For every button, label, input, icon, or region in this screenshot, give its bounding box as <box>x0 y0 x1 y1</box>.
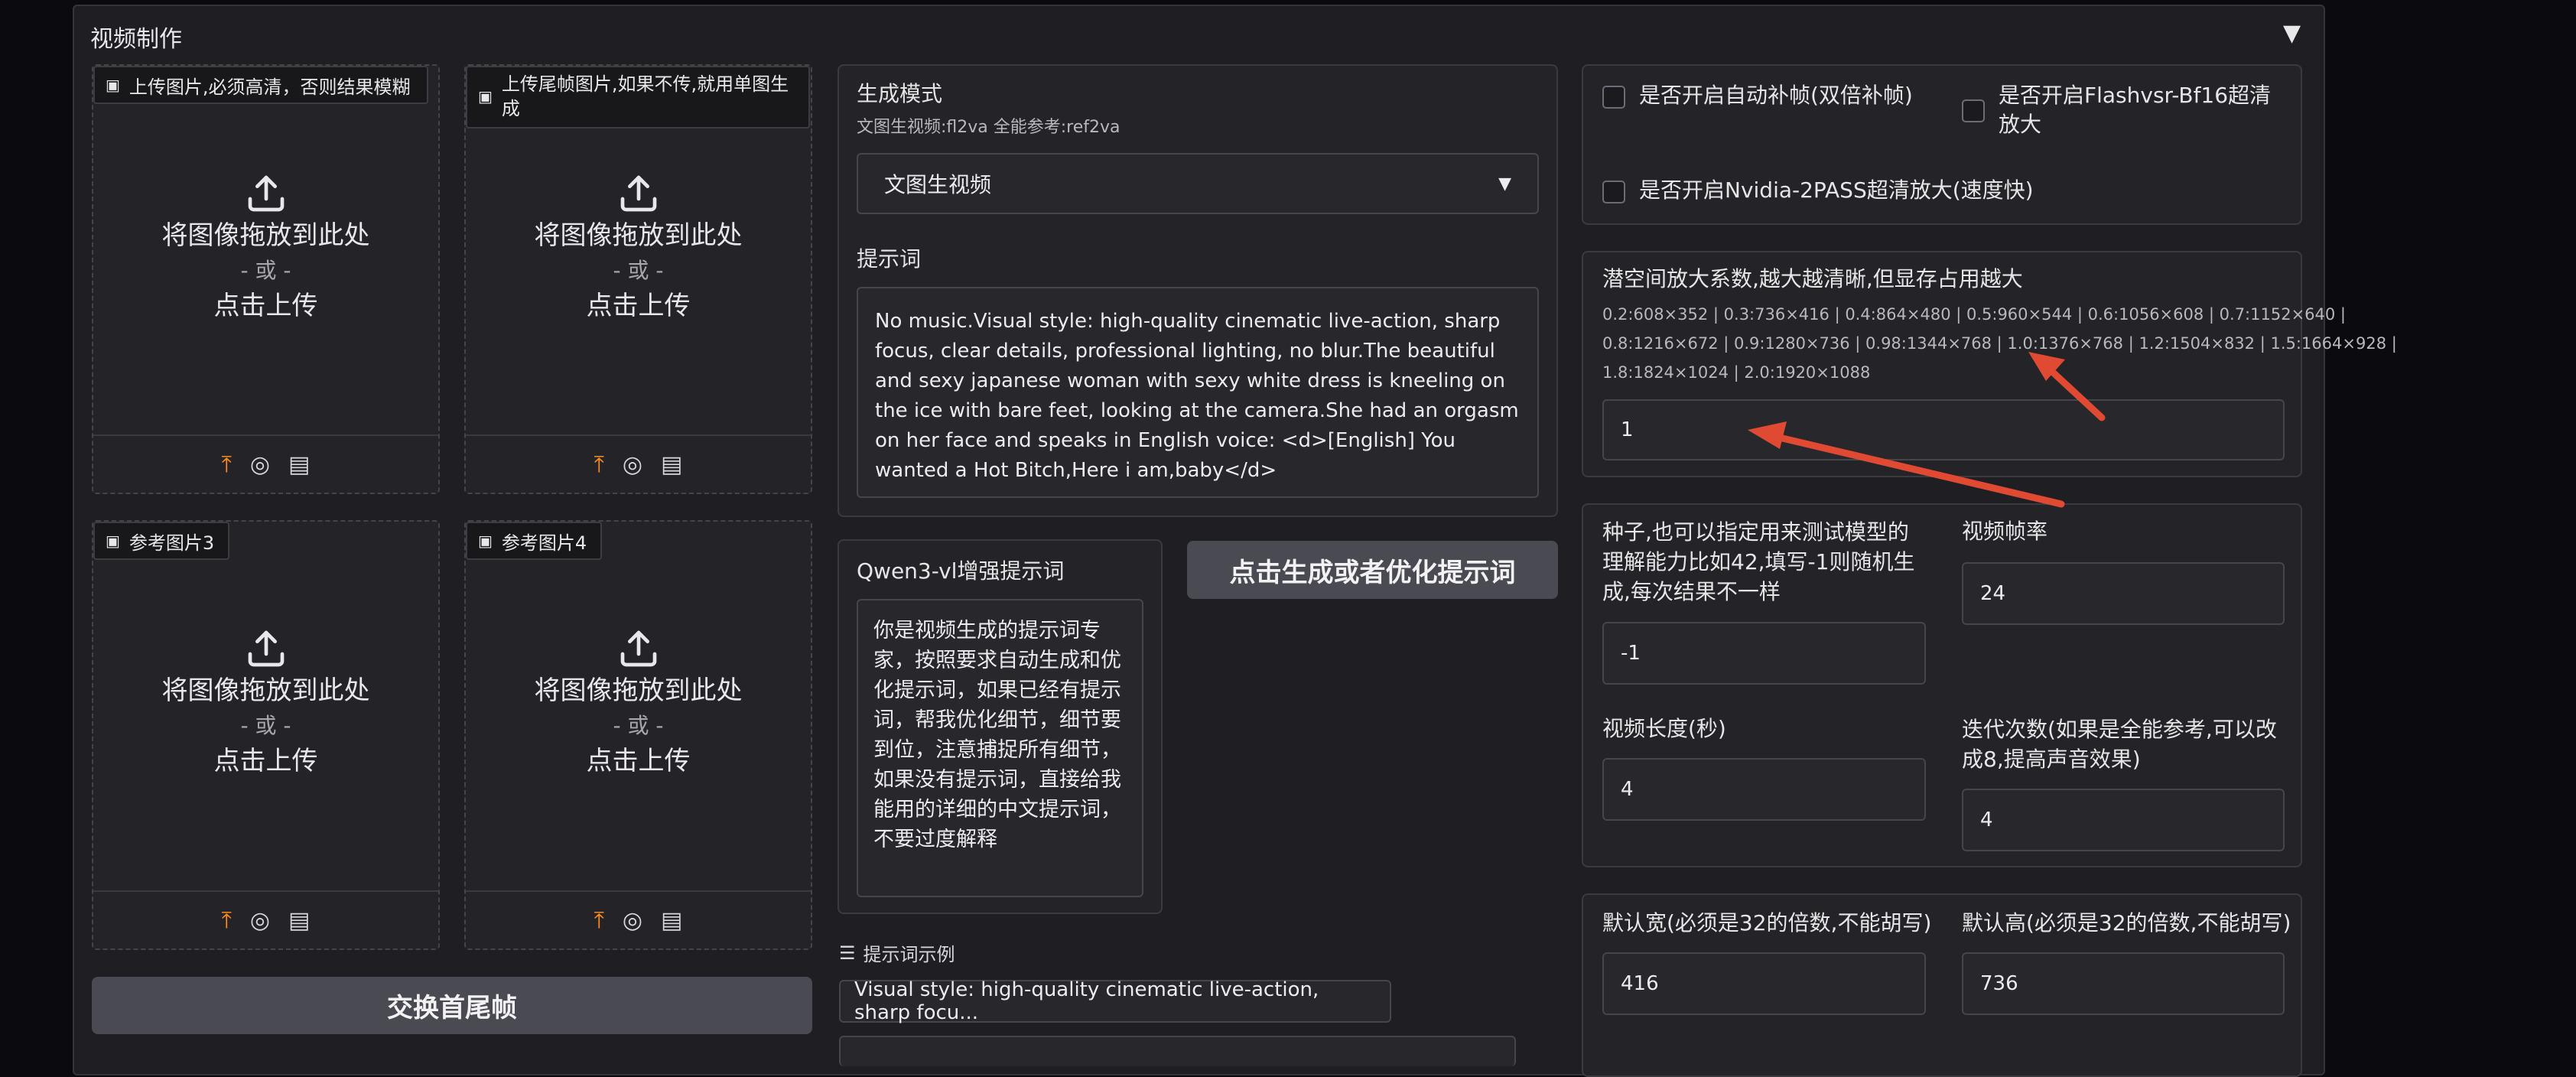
arrow-to-latent-input <box>1769 432 2065 508</box>
annotation-arrows <box>1748 352 2106 508</box>
arrowhead-icon <box>1748 421 1787 449</box>
arrow-to-latent-info <box>2046 366 2106 421</box>
